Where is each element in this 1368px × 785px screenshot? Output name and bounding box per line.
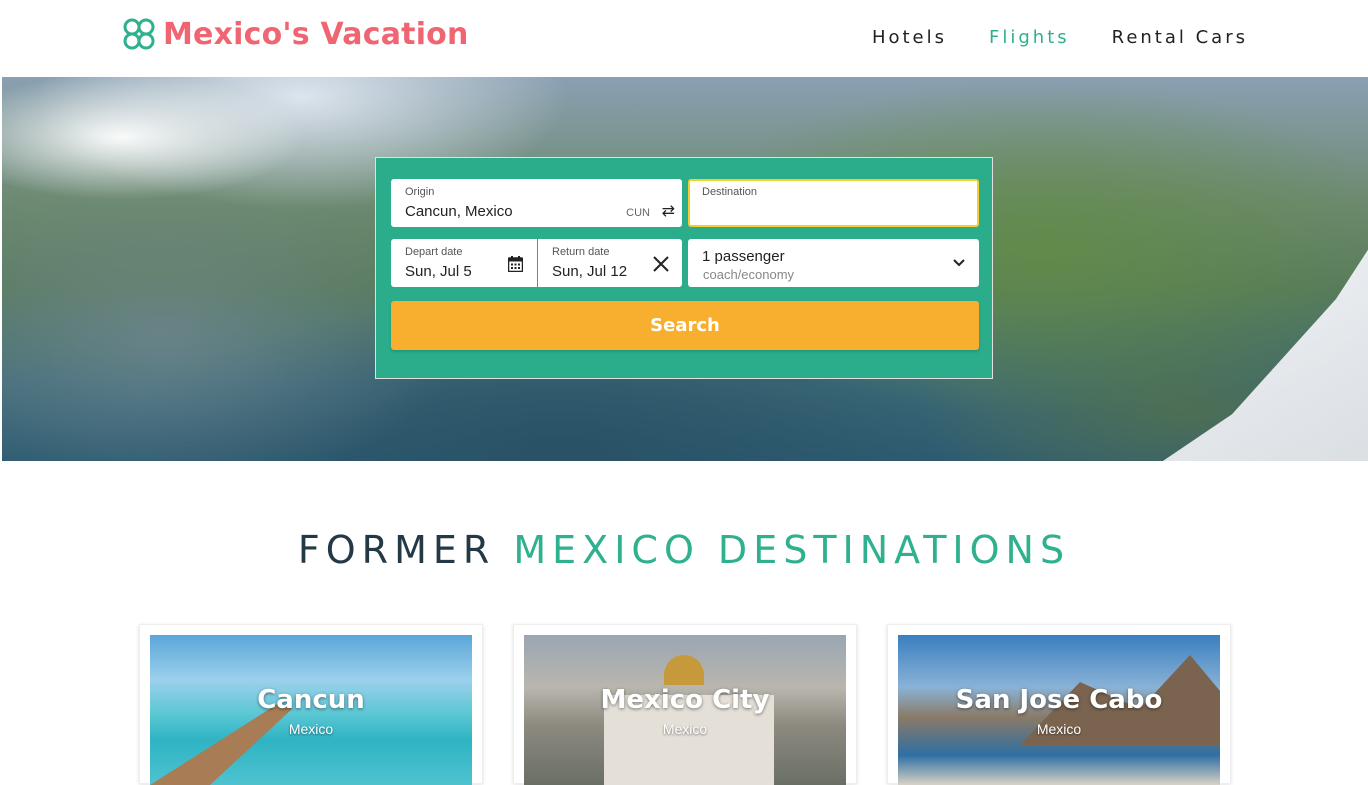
section-title-former: FORMER bbox=[297, 528, 496, 572]
destination-label: Destination bbox=[702, 186, 758, 198]
origin-label: Origin bbox=[405, 186, 435, 198]
destination-country: Mexico bbox=[1036, 721, 1082, 737]
section-title-destinations: MEXICO DESTINATIONS bbox=[513, 528, 1071, 572]
section-title: FORMER MEXICO DESTINATIONS bbox=[0, 528, 1368, 572]
logo-text: Mexico's Vacation bbox=[163, 16, 469, 52]
origin-code: CUN bbox=[626, 207, 650, 219]
destination-card-mexico-city[interactable]: Mexico City Mexico bbox=[513, 624, 857, 785]
swap-icon[interactable]: ⇄ bbox=[662, 201, 675, 221]
destination-country: Mexico bbox=[288, 721, 334, 737]
calendar-icon[interactable] bbox=[508, 256, 523, 272]
destination-name: Cancun bbox=[257, 685, 365, 715]
passenger-count: 1 passenger bbox=[702, 248, 785, 265]
destination-country: Mexico bbox=[662, 721, 708, 737]
logo[interactable]: Mexico's Vacation bbox=[121, 16, 469, 52]
chevron-down-icon bbox=[953, 259, 965, 267]
destination-field[interactable]: Destination bbox=[688, 179, 979, 227]
close-icon[interactable] bbox=[652, 255, 670, 273]
return-date-value: Sun, Jul 12 bbox=[552, 263, 628, 280]
destination-image: Mexico City Mexico bbox=[524, 635, 846, 785]
origin-value: Cancun, Mexico bbox=[405, 203, 513, 220]
passenger-select[interactable]: 1 passenger coach/economy bbox=[688, 239, 979, 287]
nav-hotels[interactable]: Hotels bbox=[872, 27, 947, 48]
destination-card-san-jose-cabo[interactable]: San Jose Cabo Mexico bbox=[887, 624, 1231, 785]
cabin-class: coach/economy bbox=[703, 267, 795, 282]
depart-date-value: Sun, Jul 5 bbox=[405, 263, 472, 280]
main-nav: Hotels Flights Rental Cars bbox=[830, 27, 1248, 48]
nav-flights[interactable]: Flights bbox=[989, 27, 1070, 48]
flight-search-panel: Origin Cancun, Mexico CUN ⇄ Destination … bbox=[375, 157, 993, 379]
destination-image: San Jose Cabo Mexico bbox=[898, 635, 1220, 785]
dome-shape bbox=[664, 655, 704, 685]
search-button[interactable]: Search bbox=[391, 301, 979, 350]
destination-image: Cancun Mexico bbox=[150, 635, 472, 785]
nav-rental-cars[interactable]: Rental Cars bbox=[1112, 27, 1248, 48]
depart-date-field[interactable]: Depart date Sun, Jul 5 bbox=[391, 239, 537, 287]
knot-logo-icon bbox=[123, 18, 155, 50]
origin-field[interactable]: Origin Cancun, Mexico CUN ⇄ bbox=[391, 179, 682, 227]
return-date-label: Return date bbox=[552, 246, 610, 258]
depart-date-label: Depart date bbox=[405, 246, 463, 258]
destination-card-cancun[interactable]: Cancun Mexico bbox=[139, 624, 483, 785]
airplane-wing bbox=[1154, 227, 1368, 461]
return-date-field[interactable]: Return date Sun, Jul 12 bbox=[538, 239, 682, 287]
destination-name: San Jose Cabo bbox=[955, 685, 1163, 715]
site-header: Mexico's Vacation Hotels Flights Rental … bbox=[0, 0, 1368, 77]
destination-name: Mexico City bbox=[600, 685, 770, 715]
